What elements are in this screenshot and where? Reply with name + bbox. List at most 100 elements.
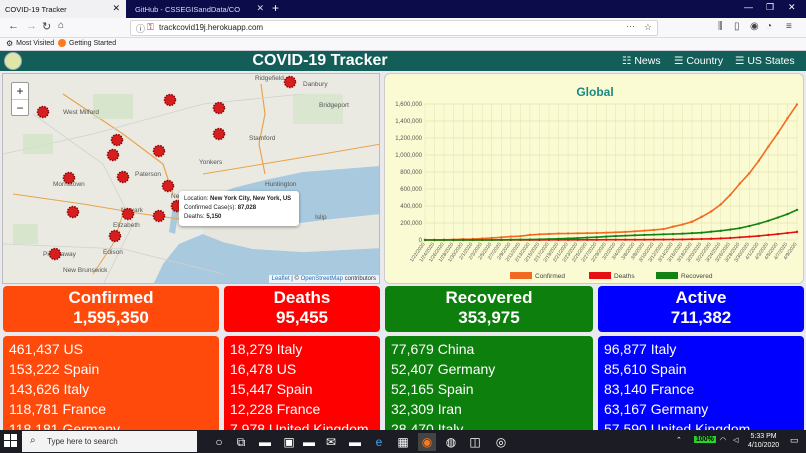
data-point-confirmed bbox=[585, 231, 589, 235]
close-window-icon[interactable]: ✕ bbox=[788, 2, 796, 13]
data-point-recovered bbox=[709, 230, 713, 233]
tab-github[interactable]: GitHub - CSSEGISandData/CO ✕ bbox=[130, 0, 270, 18]
virus-marker-icon[interactable] bbox=[62, 171, 76, 185]
virus-marker-icon[interactable] bbox=[161, 179, 175, 193]
data-point-confirmed bbox=[566, 232, 570, 235]
bookmark-star-icon[interactable]: ☆ bbox=[644, 22, 652, 33]
data-point-confirmed bbox=[776, 131, 780, 135]
zoom-in-button[interactable]: + bbox=[12, 83, 28, 99]
tray-overflow-icon[interactable]: ⌃ bbox=[676, 436, 682, 444]
store-icon[interactable]: ▣ bbox=[280, 433, 298, 451]
extension-icon[interactable]: ◔ bbox=[766, 21, 772, 32]
taskbar-clock[interactable]: 5:33 PM 4/10/2020 bbox=[748, 432, 779, 450]
virus-marker-icon[interactable] bbox=[152, 144, 166, 158]
info-icon[interactable]: ⓘ bbox=[136, 22, 145, 35]
volume-icon[interactable]: ◁ bbox=[733, 436, 738, 444]
global-line-chart: Global 0200,000400,000600,000800,0001,00… bbox=[395, 85, 798, 280]
legend-swatch[interactable] bbox=[510, 272, 532, 279]
tab-covid-tracker[interactable]: COVID-19 Tracker ✕ bbox=[0, 0, 126, 18]
map-label: Bridgeport bbox=[319, 102, 349, 109]
home-icon[interactable]: ⌂ bbox=[58, 20, 64, 31]
data-point-recovered bbox=[595, 235, 598, 239]
legend-label[interactable]: Confirmed bbox=[535, 273, 565, 280]
task-view-icon[interactable]: ⧉ bbox=[232, 433, 250, 451]
folder-icon[interactable]: ▬ bbox=[300, 433, 318, 451]
deaths-list[interactable]: 18,279 Italy 16,478 US 15,447 Spain 12,2… bbox=[224, 336, 380, 430]
virus-marker-icon[interactable] bbox=[48, 247, 62, 261]
nav-country[interactable]: ☰ Country bbox=[674, 55, 723, 67]
list-item: 77,679 China bbox=[391, 341, 475, 357]
legend-swatch[interactable] bbox=[656, 272, 678, 279]
lock-icon[interactable]: ⚿ bbox=[147, 22, 154, 33]
data-point-recovered bbox=[662, 233, 665, 236]
virus-marker-icon[interactable] bbox=[163, 93, 177, 107]
sidebar-icon[interactable]: ▯ bbox=[734, 21, 740, 32]
edge-icon[interactable]: e bbox=[370, 433, 388, 451]
y-tick-label: 800,000 bbox=[400, 170, 422, 176]
folder-icon[interactable]: ▬ bbox=[346, 433, 364, 451]
virus-marker-icon[interactable] bbox=[212, 127, 226, 141]
app-icon[interactable]: ◫ bbox=[466, 433, 484, 451]
legend-label[interactable]: Deaths bbox=[614, 273, 635, 280]
data-point-confirmed bbox=[509, 235, 513, 238]
file-explorer-icon[interactable]: ▬ bbox=[256, 433, 274, 451]
bookmark-most-visited[interactable]: ⚙ Most Visited bbox=[6, 39, 54, 48]
active-list[interactable]: 96,877 Italy 85,610 Spain 83,140 France … bbox=[598, 336, 804, 430]
cortana-icon[interactable]: ○ bbox=[210, 433, 228, 451]
leaflet-link[interactable]: Leaflet bbox=[272, 276, 290, 282]
mail-icon[interactable]: ✉ bbox=[322, 433, 340, 451]
url-text[interactable]: trackcovid19j.herokuapp.com bbox=[159, 23, 263, 32]
virus-marker-icon[interactable] bbox=[116, 170, 130, 184]
menu-icon[interactable]: ≡ bbox=[786, 21, 792, 32]
close-tab-icon[interactable]: ✕ bbox=[112, 3, 120, 14]
map-label: Stamford bbox=[249, 135, 276, 142]
reload-icon[interactable]: ↻ bbox=[42, 20, 51, 33]
legend-swatch[interactable] bbox=[589, 272, 611, 279]
page-actions-icon[interactable]: ··· bbox=[626, 21, 635, 31]
library-icon[interactable]: ⫼ bbox=[718, 21, 723, 32]
virus-marker-icon[interactable] bbox=[108, 229, 122, 243]
virus-marker-icon[interactable] bbox=[110, 133, 124, 147]
virus-marker-icon[interactable] bbox=[36, 105, 50, 119]
virus-marker-icon[interactable] bbox=[152, 209, 166, 223]
nav-news[interactable]: ☷ News bbox=[622, 55, 661, 67]
windows-start-icon[interactable] bbox=[4, 434, 18, 448]
back-icon[interactable]: ← bbox=[8, 20, 19, 32]
calculator-icon[interactable]: ▦ bbox=[394, 433, 412, 451]
notifications-icon[interactable]: ▭ bbox=[790, 435, 799, 446]
deaths-card: Deaths 95,455 bbox=[224, 286, 380, 332]
account-icon[interactable]: ◉ bbox=[750, 21, 759, 32]
nav-us-states[interactable]: ☰ US States bbox=[735, 55, 795, 67]
data-point-deaths bbox=[643, 238, 646, 241]
bookmark-getting-started[interactable]: Getting Started bbox=[58, 39, 116, 47]
network-icon[interactable]: ◠ bbox=[720, 436, 726, 444]
zoom-out-button[interactable]: − bbox=[12, 99, 28, 115]
virus-marker-icon[interactable] bbox=[66, 205, 80, 219]
list-item: 83,140 France bbox=[604, 381, 695, 397]
virus-marker-icon[interactable] bbox=[212, 101, 226, 115]
data-point-deaths bbox=[662, 238, 665, 241]
map[interactable]: Ridgefield Danbury Bridgeport Stamford H… bbox=[2, 73, 380, 284]
taskbar-search[interactable]: ⌕ Type here to search bbox=[22, 431, 197, 452]
virus-marker-icon[interactable] bbox=[283, 75, 297, 89]
recovered-list[interactable]: 77,679 China 52,407 Germany 52,165 Spain… bbox=[385, 336, 593, 430]
battery-indicator[interactable]: 100% bbox=[694, 436, 716, 443]
close-tab-icon[interactable]: ✕ bbox=[256, 3, 264, 14]
firefox-icon[interactable]: ◉ bbox=[418, 433, 436, 451]
legend-label[interactable]: Recovered bbox=[681, 273, 713, 280]
app-icon[interactable]: ◎ bbox=[492, 433, 510, 451]
y-tick-label: 1,400,000 bbox=[395, 119, 422, 125]
virus-marker-icon[interactable] bbox=[121, 207, 135, 221]
osm-link[interactable]: OpenStreetMap bbox=[301, 276, 343, 282]
url-bar[interactable]: ⓘ ⚿ trackcovid19j.herokuapp.com ··· ☆ bbox=[130, 20, 658, 36]
virus-marker-icon[interactable] bbox=[106, 148, 120, 162]
grid-icon: ☷ bbox=[622, 55, 635, 67]
restore-icon[interactable]: ❐ bbox=[766, 2, 774, 13]
new-tab-icon[interactable]: + bbox=[272, 1, 279, 15]
minimize-icon[interactable]: — bbox=[744, 2, 753, 12]
forward-icon[interactable]: → bbox=[26, 20, 37, 32]
list-item: 118,781 France bbox=[9, 401, 107, 417]
confirmed-list[interactable]: 461,437 US 153,222 Spain 143,626 Italy 1… bbox=[3, 336, 219, 430]
github-icon[interactable]: ◍ bbox=[442, 433, 460, 451]
data-point-deaths bbox=[681, 238, 684, 241]
